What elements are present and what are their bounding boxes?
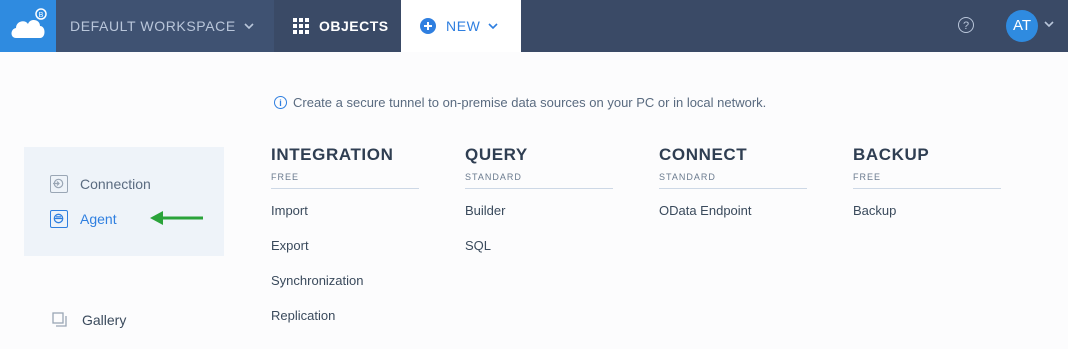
menu-item-export[interactable]: Export [271, 238, 419, 273]
plus-circle-icon [420, 18, 436, 34]
connection-icon [50, 175, 68, 193]
grid-icon [293, 18, 309, 34]
gallery-label: Gallery [82, 312, 127, 328]
cloud-logo-icon: B [11, 8, 47, 38]
info-icon: i [274, 96, 287, 109]
column-tier: FREE [853, 172, 1001, 189]
column-title: INTEGRATION [271, 145, 394, 164]
info-message: i Create a secure tunnel to on-premise d… [274, 95, 766, 110]
user-avatar[interactable]: AT [1006, 10, 1038, 42]
column-title: BACKUP [853, 145, 930, 164]
menu-item-odata-endpoint[interactable]: OData Endpoint [659, 203, 807, 238]
integration-column: INTEGRATION FREE Import Export Synchroni… [271, 145, 419, 343]
column-tier: FREE [271, 172, 419, 189]
query-column: QUERY STANDARD Builder SQL [465, 145, 613, 273]
objects-label: OBJECTS [319, 18, 389, 34]
objects-tab[interactable]: OBJECTS [275, 0, 401, 52]
connection-item[interactable]: Connection [50, 175, 151, 193]
object-type-panel: Connection Agent [24, 147, 224, 256]
backup-column: BACKUP FREE Backup [853, 145, 1001, 238]
gallery-item[interactable]: Gallery [52, 312, 126, 328]
column-tier: STANDARD [465, 172, 613, 189]
workspace-label: DEFAULT WORKSPACE [70, 18, 236, 34]
column-title: CONNECT [659, 145, 748, 164]
menu-item-import[interactable]: Import [271, 203, 419, 238]
menu-item-sql[interactable]: SQL [465, 238, 613, 273]
agent-label: Agent [80, 211, 117, 227]
column-title: QUERY [465, 145, 528, 164]
app-logo[interactable]: B [0, 0, 56, 52]
column-tier: STANDARD [659, 172, 807, 189]
workspace-selector[interactable]: DEFAULT WORKSPACE [56, 0, 274, 52]
top-navigation-bar: B DEFAULT WORKSPACE OBJECTS NEW ? AT [0, 0, 1068, 52]
chevron-down-icon [488, 23, 499, 29]
menu-item-builder[interactable]: Builder [465, 203, 613, 238]
svg-text:B: B [39, 12, 44, 19]
new-label: NEW [446, 18, 481, 34]
connection-label: Connection [80, 176, 151, 192]
agent-icon [50, 210, 68, 228]
info-text: Create a secure tunnel to on-premise dat… [293, 95, 767, 110]
connect-column: CONNECT STANDARD OData Endpoint [659, 145, 807, 238]
chevron-down-icon [244, 23, 254, 29]
agent-item[interactable]: Agent [50, 210, 117, 228]
chevron-down-icon[interactable] [1044, 21, 1054, 27]
menu-item-synchronization[interactable]: Synchronization [271, 273, 419, 308]
menu-item-backup[interactable]: Backup [853, 203, 1001, 238]
green-arrow-annotation [150, 211, 203, 225]
menu-item-replication[interactable]: Replication [271, 308, 419, 343]
new-tab[interactable]: NEW [401, 0, 521, 52]
help-icon[interactable]: ? [958, 17, 974, 33]
gallery-icon [52, 312, 67, 327]
